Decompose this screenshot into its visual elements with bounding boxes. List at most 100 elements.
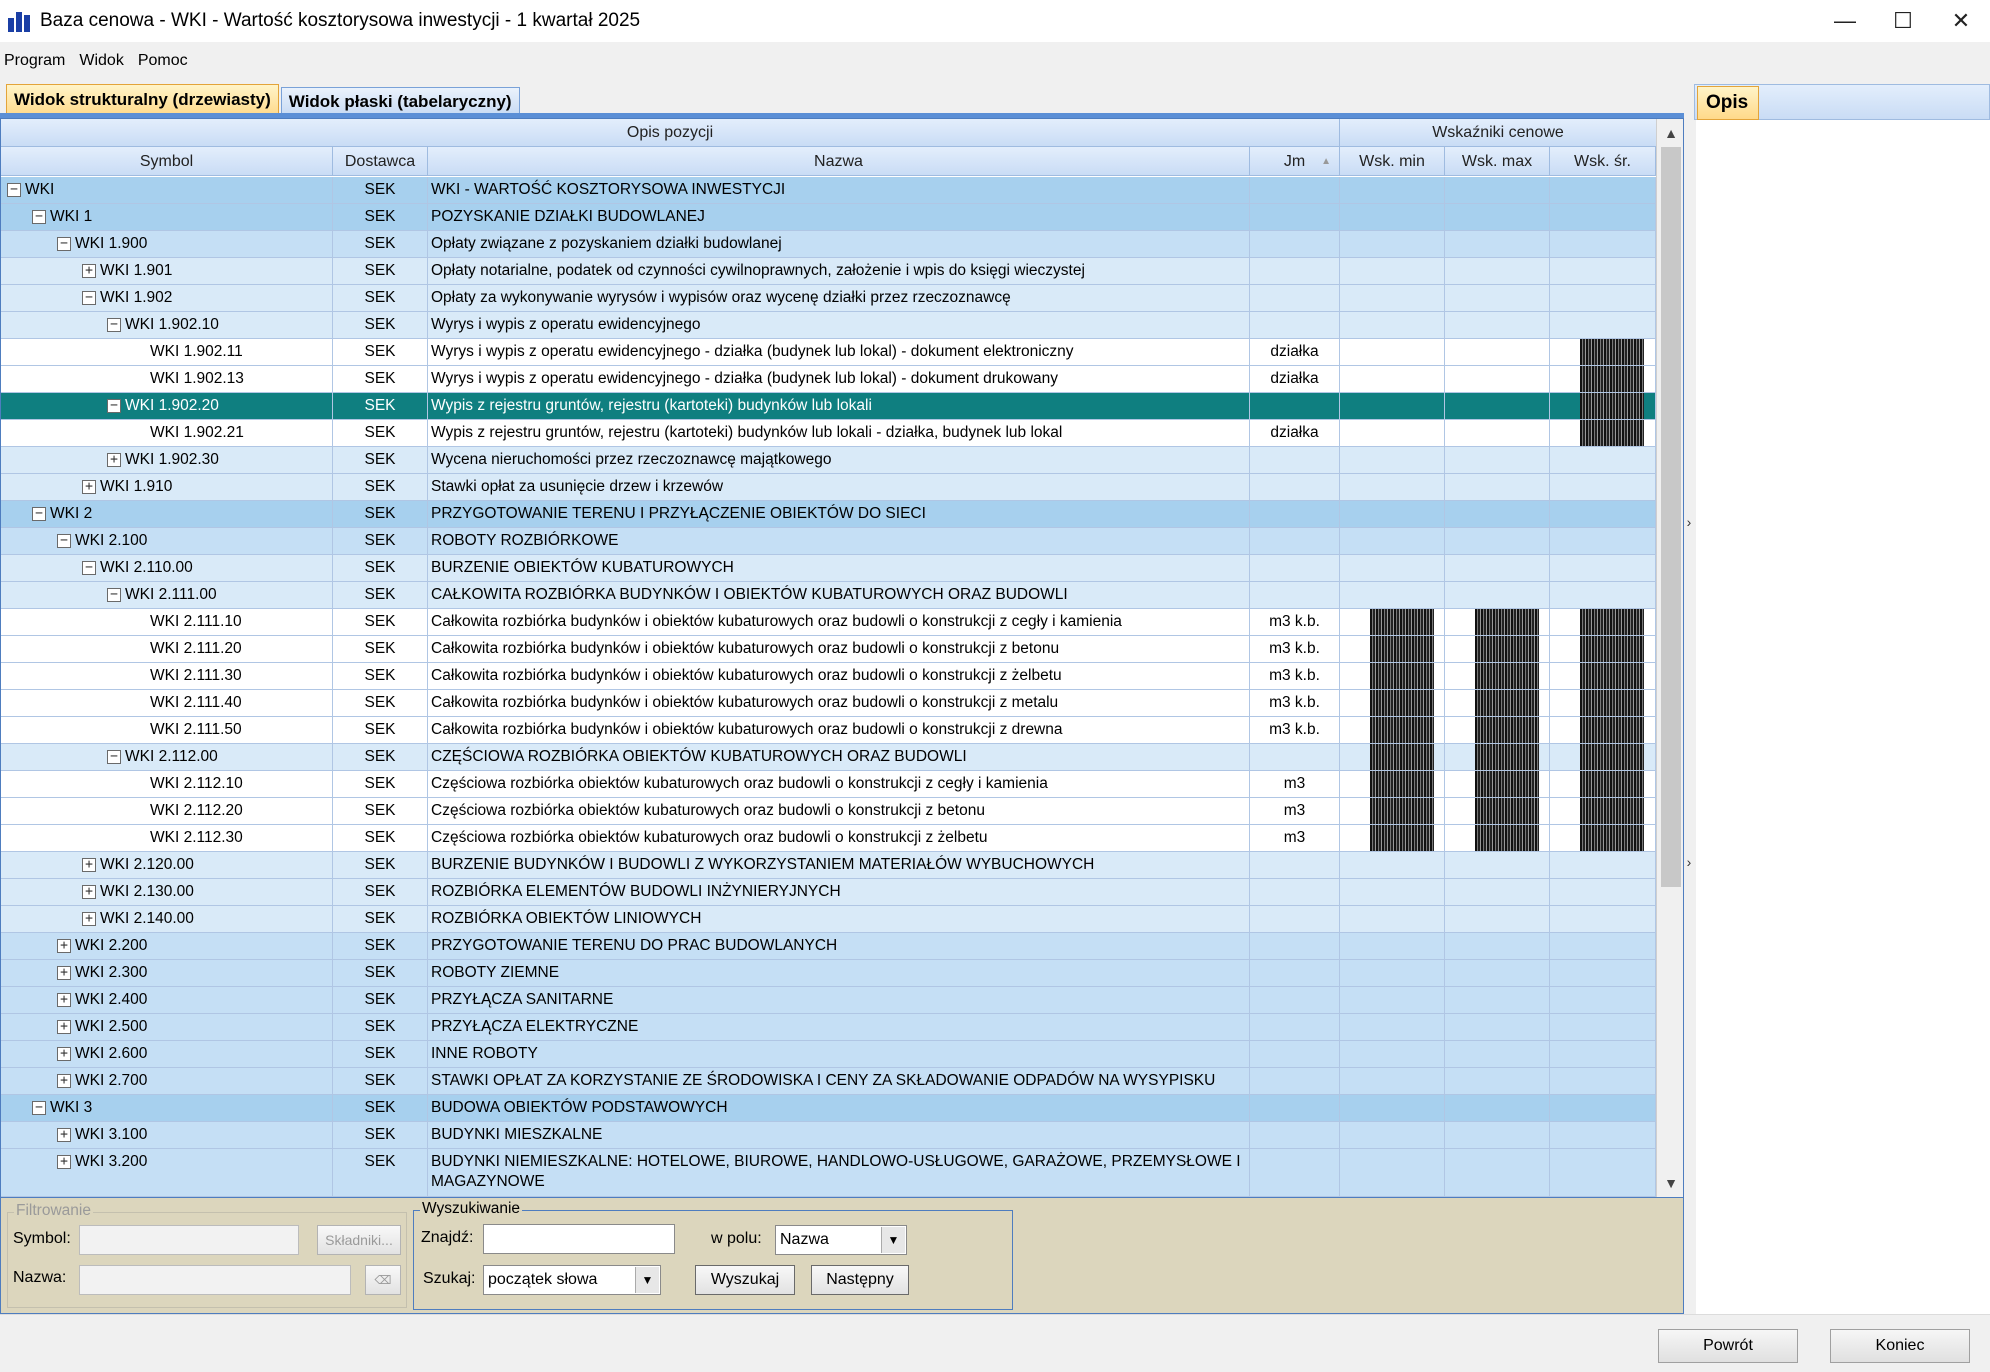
table-row[interactable]: + WKI 2.120.00 SEK BURZENIE BUDYNKÓW I BUDO… — [1, 852, 1656, 879]
expand-plus-icon[interactable]: + — [82, 885, 96, 899]
scrollbar-thumb[interactable] — [1661, 147, 1681, 887]
collapse-minus-icon[interactable]: − — [32, 507, 46, 521]
expand-plus-icon[interactable]: + — [82, 858, 96, 872]
table-row[interactable]: WKI 1.902.21 SEK Wypis z rejestru gruntów,… — [1, 420, 1656, 447]
table-row[interactable]: − WKI 2 SEK PRZYGOTOWANIE TERENU I PRZYŁĄCZ… — [1, 501, 1656, 528]
menu-program[interactable]: Program — [4, 52, 65, 70]
tab-structural-view[interactable]: Widok strukturalny (drzewiasty) — [6, 84, 279, 116]
collapse-minus-icon[interactable]: − — [57, 534, 71, 548]
table-row[interactable]: − WKI SEK WKI - WARTOŚĆ KOSZTORYSOWA INWEST… — [1, 177, 1656, 204]
collapse-minus-icon[interactable]: − — [82, 291, 96, 305]
table-row[interactable]: + WKI 3.100 SEK BUDYNKI MIESZKALNE — [1, 1122, 1656, 1149]
expand-plus-icon[interactable]: + — [57, 1047, 71, 1061]
chevron-down-icon[interactable]: ▼ — [635, 1267, 659, 1293]
table-row[interactable]: WKI 1.902.13 SEK Wyrys i wypis z operatu e… — [1, 366, 1656, 393]
table-row[interactable]: − WKI 1.902.10 SEK Wyrys i wypis z operatu … — [1, 312, 1656, 339]
table-row[interactable]: WKI 1.902.11 SEK Wyrys i wypis z operatu e… — [1, 339, 1656, 366]
table-row[interactable]: + WKI 2.300 SEK ROBOTY ZIEMNE — [1, 960, 1656, 987]
table-row[interactable]: WKI 2.112.20 SEK Częściowa rozbiórka obiek… — [1, 798, 1656, 825]
table-row[interactable]: − WKI 2.110.00 SEK BURZENIE OBIEKTÓW KUBATU… — [1, 555, 1656, 582]
szukaj-select[interactable]: początek słowa ▼ — [483, 1265, 661, 1295]
table-row[interactable]: − WKI 2.112.00 SEK CZĘŚCIOWA ROZBIÓRKA OBIE… — [1, 744, 1656, 771]
chevron-down-icon[interactable]: ▼ — [881, 1227, 905, 1253]
column-header-wsk-max[interactable]: Wsk. max — [1445, 147, 1550, 176]
skladniki-button[interactable]: Składniki... — [317, 1225, 401, 1255]
filter-symbol-input[interactable] — [79, 1225, 299, 1255]
expand-plus-icon[interactable]: + — [82, 264, 96, 278]
table-row[interactable]: + WKI 1.902.30 SEK Wycena nieruchomości prz… — [1, 447, 1656, 474]
expand-plus-icon[interactable]: + — [57, 966, 71, 980]
expand-plus-icon[interactable]: + — [82, 480, 96, 494]
minimize-button[interactable]: — — [1816, 0, 1874, 42]
table-row[interactable]: − WKI 1.902 SEK Opłaty za wykonywanie wyrys… — [1, 285, 1656, 312]
table-row[interactable]: + WKI 1.910 SEK Stawki opłat za usunięcie d… — [1, 474, 1656, 501]
table-row[interactable]: − WKI 1.902.20 SEK Wypis z rejestru gruntów… — [1, 393, 1656, 420]
nastepny-button[interactable]: Następny — [811, 1265, 909, 1295]
panel-splitter[interactable]: › › — [1684, 84, 1694, 1314]
table-row[interactable]: − WKI 1.900 SEK Opłaty związane z pozyskani… — [1, 231, 1656, 258]
close-button[interactable]: ✕ — [1932, 0, 1990, 42]
table-row[interactable]: + WKI 2.400 SEK PRZYŁĄCZA SANITARNE — [1, 987, 1656, 1014]
table-row[interactable]: WKI 2.111.40 SEK Całkowita rozbiórka budyn… — [1, 690, 1656, 717]
powrot-button[interactable]: Powrót — [1658, 1329, 1798, 1363]
table-row[interactable]: + WKI 2.140.00 SEK ROZBIÓRKA OBIEKTÓW LINIO… — [1, 906, 1656, 933]
koniec-button[interactable]: Koniec — [1830, 1329, 1970, 1363]
table-row[interactable]: − WKI 2.111.00 SEK CAŁKOWITA ROZBIÓRKA BUDY… — [1, 582, 1656, 609]
tab-opis[interactable]: Opis — [1697, 86, 1759, 120]
column-header-jm[interactable]: Jm ▲ — [1250, 147, 1340, 176]
scroll-down-icon[interactable]: ▼ — [1657, 1169, 1683, 1197]
table-row[interactable]: + WKI 1.901 SEK Opłaty notarialne, podatek … — [1, 258, 1656, 285]
table-row[interactable]: + WKI 2.600 SEK INNE ROBOTY — [1, 1041, 1656, 1068]
table-row[interactable]: + WKI 2.200 SEK PRZYGOTOWANIE TERENU DO PRA… — [1, 933, 1656, 960]
filter-nazwa-input[interactable] — [79, 1265, 351, 1295]
expand-plus-icon[interactable]: + — [82, 912, 96, 926]
collapse-minus-icon[interactable]: − — [7, 183, 21, 197]
column-header-wsk-sr[interactable]: Wsk. śr. — [1550, 147, 1656, 176]
expand-plus-icon[interactable]: + — [57, 939, 71, 953]
table-row[interactable]: + WKI 2.130.00 SEK ROZBIÓRKA ELEMENTÓW BUDO… — [1, 879, 1656, 906]
expand-plus-icon[interactable]: + — [107, 453, 121, 467]
tab-flat-view[interactable]: Widok płaski (tabelaryczny) — [280, 87, 520, 116]
w-polu-select[interactable]: Nazwa ▼ — [775, 1225, 907, 1255]
table-row[interactable]: + WKI 3.200 SEK BUDYNKI NIEMIESZKALNE: HOTE… — [1, 1149, 1656, 1197]
clear-filter-icon[interactable]: ⌫ — [365, 1265, 401, 1295]
expand-plus-icon[interactable]: + — [57, 1128, 71, 1142]
menu-pomoc[interactable]: Pomoc — [138, 52, 188, 70]
collapse-minus-icon[interactable]: − — [107, 399, 121, 413]
scroll-up-icon[interactable]: ▲ — [1657, 119, 1683, 147]
collapse-minus-icon[interactable]: − — [32, 210, 46, 224]
table-row[interactable]: − WKI 1 SEK POZYSKANIE DZIAŁKI BUDOWLANEJ — [1, 204, 1656, 231]
collapse-minus-icon[interactable]: − — [107, 588, 121, 602]
znajdz-input[interactable] — [483, 1224, 675, 1254]
maximize-button[interactable]: ☐ — [1874, 0, 1932, 42]
table-row[interactable]: WKI 2.112.30 SEK Częściowa rozbiórka obiek… — [1, 825, 1656, 852]
menu-widok[interactable]: Widok — [79, 52, 123, 70]
expand-plus-icon[interactable]: + — [57, 1020, 71, 1034]
collapse-minus-icon[interactable]: − — [32, 1101, 46, 1115]
wyszukaj-button[interactable]: Wyszukaj — [695, 1265, 795, 1295]
table-row[interactable]: WKI 2.111.50 SEK Całkowita rozbiórka budyn… — [1, 717, 1656, 744]
table-row[interactable]: WKI 2.111.20 SEK Całkowita rozbiórka budyn… — [1, 636, 1656, 663]
expand-plus-icon[interactable]: + — [57, 1074, 71, 1088]
table-row[interactable]: − WKI 3 SEK BUDOWA OBIEKTÓW PODSTAWOWYCH — [1, 1095, 1656, 1122]
splitter-arrow-icon[interactable]: › — [1684, 514, 1694, 530]
expand-plus-icon[interactable]: + — [57, 993, 71, 1007]
column-header-nazwa[interactable]: Nazwa — [428, 147, 1250, 176]
sort-indicator-icon: ▲ — [1321, 156, 1331, 167]
collapse-minus-icon[interactable]: − — [57, 237, 71, 251]
collapse-minus-icon[interactable]: − — [107, 318, 121, 332]
column-header-dostawca[interactable]: Dostawca — [333, 147, 428, 176]
expand-plus-icon[interactable]: + — [57, 1155, 71, 1169]
table-row[interactable]: + WKI 2.700 SEK STAWKI OPŁAT ZA KORZYSTANIE… — [1, 1068, 1656, 1095]
table-row[interactable]: WKI 2.111.10 SEK Całkowita rozbiórka budyn… — [1, 609, 1656, 636]
table-row[interactable]: − WKI 2.100 SEK ROBOTY ROZBIÓRKOWE — [1, 528, 1656, 555]
column-header-wsk-min[interactable]: Wsk. min — [1340, 147, 1445, 176]
collapse-minus-icon[interactable]: − — [82, 561, 96, 575]
column-header-symbol[interactable]: Symbol — [1, 147, 333, 176]
table-row[interactable]: WKI 2.112.10 SEK Częściowa rozbiórka obiek… — [1, 771, 1656, 798]
table-row[interactable]: + WKI 2.500 SEK PRZYŁĄCZA ELEKTRYCZNE — [1, 1014, 1656, 1041]
table-row[interactable]: WKI 2.111.30 SEK Całkowita rozbiórka budyn… — [1, 663, 1656, 690]
vertical-scrollbar[interactable]: ▲ ▼ — [1656, 119, 1683, 1197]
splitter-arrow-icon[interactable]: › — [1684, 854, 1694, 870]
collapse-minus-icon[interactable]: − — [107, 750, 121, 764]
